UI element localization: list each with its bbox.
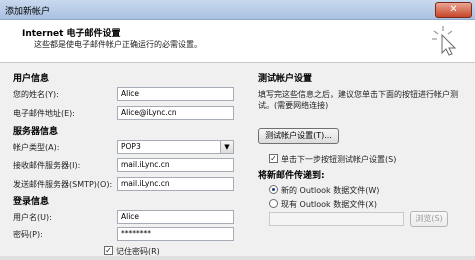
auto-test-checkbox[interactable]: ✓ bbox=[269, 154, 278, 163]
account-type-value: POP3 bbox=[121, 142, 141, 151]
chevron-down-icon[interactable]: ▼ bbox=[220, 141, 233, 153]
existing-data-file-label: 现有 Outlook 数据文件(X) bbox=[281, 200, 377, 209]
incoming-server-input[interactable]: mail.iLync.cn bbox=[117, 158, 234, 172]
outgoing-server-input[interactable]: mail.iLync.cn bbox=[117, 177, 234, 191]
username-label: 用户名(U): bbox=[13, 213, 52, 222]
header-subtitle: 这些都是使电子邮件帐户正确运行的必需设置。 bbox=[34, 40, 202, 49]
auto-test-label: 单击下一步按钮测试帐户设置(S) bbox=[281, 155, 397, 164]
checkmark-icon: ✓ bbox=[270, 154, 277, 163]
server-info-section: 服务器信息 bbox=[13, 127, 59, 137]
checkmark-icon: ✓ bbox=[105, 246, 112, 255]
cursor-click-icon bbox=[432, 26, 457, 56]
wizard-header: Internet 电子邮件设置 这些都是使电子邮件帐户正确运行的必需设置。 bbox=[0, 20, 475, 63]
name-label: 您的姓名(Y): bbox=[13, 90, 59, 99]
new-data-file-label: 新的 Outlook 数据文件(W) bbox=[281, 186, 380, 195]
test-account-button[interactable]: 测试帐户设置(T)... bbox=[258, 128, 339, 144]
username-input[interactable]: Alice bbox=[117, 210, 234, 224]
new-data-file-radio[interactable] bbox=[269, 185, 278, 194]
title-bar: 添加新帐户 ✕ bbox=[0, 0, 475, 20]
existing-data-file-input[interactable] bbox=[269, 212, 404, 226]
deliver-section: 将新邮件传递到: bbox=[258, 171, 325, 181]
test-description: 填写完这些信息之后，建议您单击下面的按钮进行帐户测试。(需要网络连接) bbox=[258, 90, 458, 110]
email-label: 电子邮件地址(E): bbox=[13, 109, 75, 118]
existing-data-file-radio[interactable] bbox=[269, 199, 278, 208]
account-type-label: 帐户类型(A): bbox=[13, 143, 60, 152]
name-input[interactable]: Alice bbox=[117, 87, 234, 101]
browse-button[interactable]: 浏览(S) bbox=[410, 211, 448, 227]
close-icon: ✕ bbox=[449, 4, 458, 15]
login-info-section: 登录信息 bbox=[13, 197, 50, 207]
dialog-bottom-edge bbox=[0, 256, 475, 260]
password-input[interactable]: ******** bbox=[117, 227, 234, 241]
password-label: 密码(P): bbox=[13, 230, 43, 239]
user-info-section: 用户信息 bbox=[13, 74, 50, 84]
test-settings-section: 测试帐户设置 bbox=[258, 74, 313, 84]
incoming-server-label: 接收邮件服务器(I): bbox=[13, 161, 81, 170]
email-input[interactable]: Alice@iLync.cn bbox=[117, 106, 234, 120]
account-type-select[interactable]: POP3 ▼ bbox=[117, 140, 234, 154]
window-title: 添加新帐户 bbox=[5, 7, 51, 17]
outgoing-server-label: 发送邮件服务器(SMTP)(O): bbox=[13, 180, 113, 189]
header-title: Internet 电子邮件设置 bbox=[22, 29, 121, 39]
remember-password-checkbox[interactable]: ✓ bbox=[104, 246, 113, 255]
close-button[interactable]: ✕ bbox=[435, 2, 472, 18]
